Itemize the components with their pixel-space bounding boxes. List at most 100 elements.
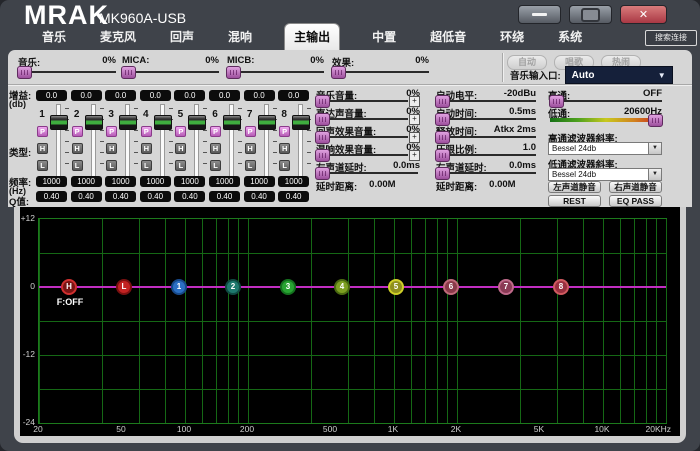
hp-slope-dropdown[interactable]: Bessel 24db ▼ xyxy=(548,142,662,155)
fader-handle[interactable] xyxy=(292,115,310,130)
high-type-button[interactable]: H xyxy=(37,143,48,154)
close-button[interactable]: ✕ xyxy=(620,5,667,24)
low-type-button[interactable]: L xyxy=(245,160,256,171)
high-type-button[interactable]: H xyxy=(245,143,256,154)
mixer-row: 左声道延时:0.0ms xyxy=(316,160,420,178)
mixer-row: 启动电平:-20dBu xyxy=(436,88,536,106)
param-button[interactable]: P xyxy=(37,126,48,137)
mixer-row-slider[interactable] xyxy=(316,154,408,156)
tab-9[interactable]: 系统 xyxy=(556,24,584,50)
mixer-row-slider[interactable] xyxy=(436,172,536,174)
freq-value-box: 1000 xyxy=(209,176,240,187)
tab-4[interactable]: 混响 xyxy=(226,24,254,50)
x-axis-label: 5K xyxy=(524,424,554,434)
chevron-down-icon: ▼ xyxy=(648,169,661,180)
fader-tick xyxy=(100,130,104,131)
eq-marker-2[interactable]: 2 xyxy=(225,279,241,295)
fader-handle[interactable] xyxy=(258,115,276,130)
mixer-row: 启动时间:0.5ms xyxy=(436,106,536,124)
eq-marker-L[interactable]: L xyxy=(116,279,132,295)
high-type-button[interactable]: H xyxy=(72,143,83,154)
high-type-button[interactable]: H xyxy=(175,143,186,154)
lp-slider-handle[interactable] xyxy=(648,114,663,127)
high-type-button[interactable]: H xyxy=(141,143,152,154)
mute-right-button[interactable]: 右声道静音 xyxy=(609,181,662,193)
fader-tick xyxy=(307,130,311,131)
top-slider-track[interactable] xyxy=(122,71,219,73)
maximize-button[interactable] xyxy=(569,5,612,24)
param-button[interactable]: P xyxy=(175,126,186,137)
mixer-row-slider[interactable] xyxy=(436,154,536,156)
eq-channel-4: 0.04PHL10000.40 xyxy=(140,88,173,206)
mixer-row-slider[interactable] xyxy=(316,172,418,174)
mixer-row-slider[interactable] xyxy=(436,136,536,138)
tab-2[interactable]: 麦克风 xyxy=(98,24,138,50)
param-button[interactable]: P xyxy=(245,126,256,137)
eq-marker-3[interactable]: 3 xyxy=(280,279,296,295)
param-button[interactable]: P xyxy=(279,126,290,137)
param-button[interactable]: P xyxy=(106,126,117,137)
eq-marker-7[interactable]: 7 xyxy=(498,279,514,295)
eq-marker-8[interactable]: 8 xyxy=(553,279,569,295)
minimize-button[interactable] xyxy=(518,5,561,24)
fader-handle[interactable] xyxy=(188,115,206,130)
search-connect-button[interactable]: 搜索连接 xyxy=(645,30,697,46)
param-button[interactable]: P xyxy=(141,126,152,137)
top-slider-handle[interactable] xyxy=(17,66,32,79)
tab-6[interactable]: 中置 xyxy=(370,24,398,50)
hp-slider[interactable] xyxy=(550,100,662,102)
top-slider-track[interactable] xyxy=(332,71,429,73)
param-button[interactable]: P xyxy=(210,126,221,137)
lp-slope-dropdown[interactable]: Bessel 24db ▼ xyxy=(548,168,662,181)
top-slider-handle[interactable] xyxy=(226,66,241,79)
gain-value-box: 0.0 xyxy=(36,90,67,101)
eq-pass-button[interactable]: EQ PASS xyxy=(609,195,662,207)
eq-curve-line xyxy=(39,286,666,288)
eq-marker-4[interactable]: 4 xyxy=(334,279,350,295)
high-type-button[interactable]: H xyxy=(279,143,290,154)
mixer-row-slider[interactable] xyxy=(436,100,536,102)
fader-tick xyxy=(100,163,104,164)
tab-3[interactable]: 回声 xyxy=(168,24,196,50)
tab-5[interactable]: 主输出 xyxy=(284,23,340,50)
param-button[interactable]: P xyxy=(72,126,83,137)
low-type-button[interactable]: L xyxy=(175,160,186,171)
eq-marker-H[interactable]: H xyxy=(61,279,77,295)
fader-handle[interactable] xyxy=(154,115,172,130)
eq-marker-6[interactable]: 6 xyxy=(443,279,459,295)
fader-tick xyxy=(134,152,138,153)
fader-handle[interactable] xyxy=(50,115,68,130)
tab-8[interactable]: 环绕 xyxy=(498,24,526,50)
low-type-button[interactable]: L xyxy=(141,160,152,171)
mixer-row-slider[interactable] xyxy=(316,100,408,102)
top-slider-handle[interactable] xyxy=(121,66,136,79)
low-type-button[interactable]: L xyxy=(106,160,117,171)
mixer-row-slider[interactable] xyxy=(316,136,408,138)
fader-tick xyxy=(307,163,311,164)
eq-marker-1[interactable]: 1 xyxy=(171,279,187,295)
top-slider-track[interactable] xyxy=(227,71,324,73)
tab-1[interactable]: 音乐 xyxy=(40,24,68,50)
low-type-button[interactable]: L xyxy=(37,160,48,171)
tab-7[interactable]: 超低音 xyxy=(428,24,468,50)
mixer-row: 音乐音量:0%+ xyxy=(316,88,420,106)
lp-slider[interactable] xyxy=(550,118,662,122)
high-type-button[interactable]: H xyxy=(210,143,221,154)
low-type-button[interactable]: L xyxy=(210,160,221,171)
eq-marker-5[interactable]: 5 xyxy=(388,279,404,295)
top-slider-handle[interactable] xyxy=(331,66,346,79)
fader-handle[interactable] xyxy=(119,115,137,130)
low-type-button[interactable]: L xyxy=(72,160,83,171)
mute-left-button[interactable]: 左声道静音 xyxy=(548,181,601,193)
top-slider-track[interactable] xyxy=(18,71,116,73)
fader-handle[interactable] xyxy=(223,115,241,130)
music-input-dropdown[interactable]: Auto ▼ xyxy=(565,66,673,84)
fader-handle[interactable] xyxy=(85,115,103,130)
rest-button[interactable]: REST xyxy=(548,195,601,207)
high-type-button[interactable]: H xyxy=(106,143,117,154)
mixer-row-slider[interactable] xyxy=(436,118,536,120)
mixer-row-slider[interactable] xyxy=(316,118,408,120)
low-type-button[interactable]: L xyxy=(279,160,290,171)
fader-tick xyxy=(65,130,69,131)
q-value-box: 0.40 xyxy=(244,191,275,202)
